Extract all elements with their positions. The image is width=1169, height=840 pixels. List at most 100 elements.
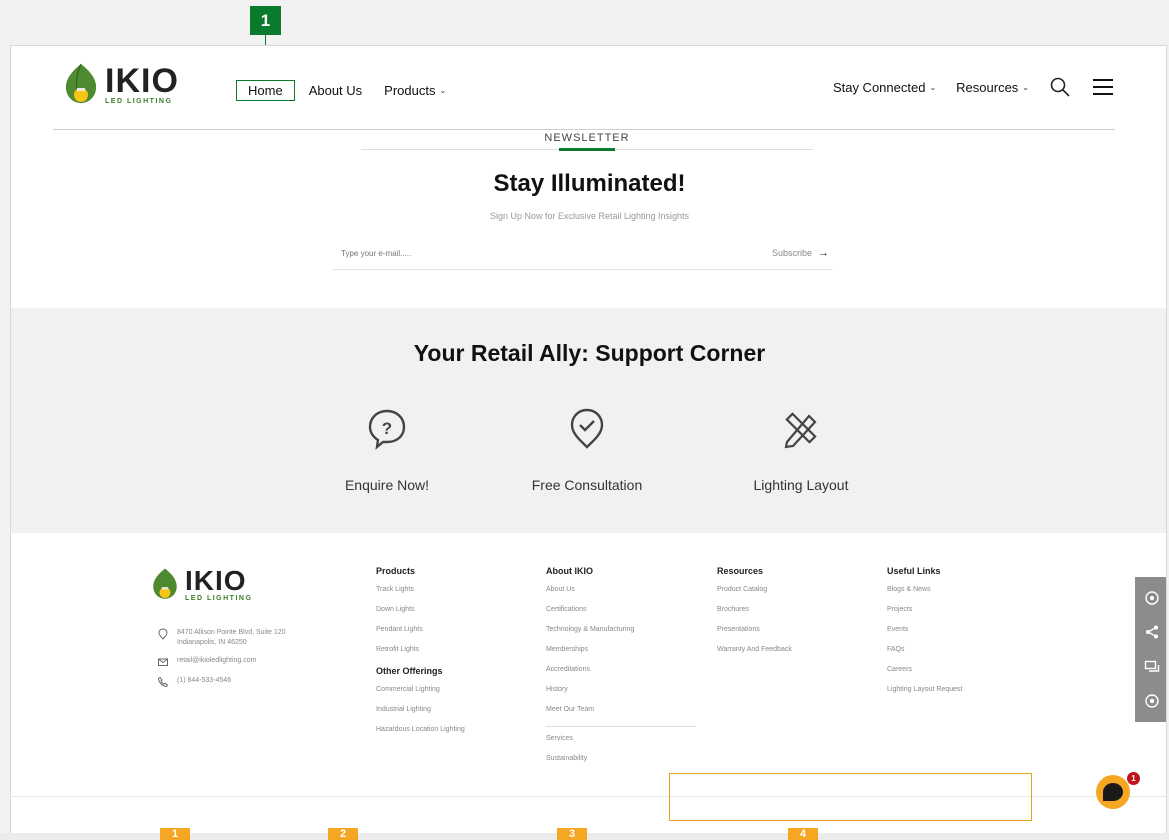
footer-link[interactable]: About Us (546, 580, 696, 600)
footer-col-useful-links: Useful Links Blogs & News Projects Event… (887, 566, 963, 706)
footer-link[interactable]: Brochures (717, 600, 792, 620)
newsletter-form: Subscribe → (333, 242, 833, 270)
nav-about-us-label: About Us (308, 83, 363, 98)
footer-heading-about: About IKIO (546, 566, 593, 576)
chat-notification-badge: 1 (1127, 772, 1140, 785)
annotation-highlight-box (669, 773, 1032, 821)
mail-icon (158, 658, 168, 666)
annotation-marker-bottom-3: 3 (557, 828, 587, 840)
newsletter-kicker: NEWSLETTER (361, 132, 813, 151)
phone-row: (1) 844-533-4546 (157, 676, 286, 688)
newsletter-kicker-label: NEWSLETTER (544, 132, 630, 144)
footer-link[interactable]: Meet Our Team (546, 700, 696, 720)
footer-link[interactable]: Sustainability (546, 749, 696, 769)
footer-link[interactable]: Product Catalog (717, 580, 792, 600)
support-label-consultation: Free Consultation (531, 477, 643, 493)
footer-link[interactable]: Certifications (546, 600, 696, 620)
arrow-right-icon: → (818, 247, 829, 259)
footer-divider (546, 726, 696, 727)
address-row: 8470 Allison Pointe Blvd, Suite 120 Indi… (157, 628, 286, 648)
location-check-icon (570, 408, 604, 449)
chevron-down-icon: ⌄ (1022, 82, 1029, 92)
nav-stay-connected[interactable]: Stay Connected ⌄ (833, 80, 936, 95)
contact-phone[interactable]: (1) 844-533-4546 (177, 676, 231, 686)
footer-heading-other-offerings: Other Offerings (376, 666, 443, 676)
map-pin-icon (158, 628, 168, 640)
chat-bubbles-icon[interactable] (1144, 659, 1160, 675)
eye-icon[interactable] (1144, 590, 1160, 606)
chat-launcher-button[interactable] (1096, 775, 1130, 809)
footer-link[interactable]: Memberships (546, 640, 696, 660)
logo-tagline: LED LIGHTING (105, 97, 173, 105)
search-icon[interactable] (1049, 76, 1071, 98)
footer-link[interactable]: Commercial Lighting (376, 680, 465, 700)
annotation-marker-bottom-2: 2 (328, 828, 358, 840)
target-icon[interactable] (1144, 693, 1160, 709)
question-icon: ? (368, 409, 406, 450)
footer-link[interactable]: Services (546, 729, 696, 749)
footer-link[interactable]: Track Lights (376, 580, 465, 600)
footer-link[interactable]: Blogs & News (887, 580, 963, 600)
footer-link[interactable]: Industrial Lighting (376, 700, 465, 720)
footer-link[interactable]: Hazardous Location Lighting (376, 720, 465, 740)
nav-resources[interactable]: Resources ⌄ (956, 80, 1029, 95)
floating-side-toolbar (1135, 577, 1166, 722)
footer-heading-useful-links: Useful Links (887, 566, 941, 576)
phone-icon (157, 676, 169, 688)
svg-text:?: ? (382, 419, 392, 438)
subscribe-button[interactable]: Subscribe → (772, 247, 829, 259)
nav-home-label: Home (248, 83, 283, 98)
leaf-bulb-icon (153, 568, 177, 599)
primary-nav: Home About Us Products ⌄ (236, 80, 468, 101)
support-label-layout: Lighting Layout (753, 477, 849, 493)
footer-link[interactable]: Down Lights (376, 600, 465, 620)
web-page: IKIO LED LIGHTING Home About Us Products… (10, 45, 1167, 840)
subscribe-label: Subscribe (771, 248, 812, 258)
footer-heading-resources: Resources (717, 566, 764, 576)
nav-about-us[interactable]: About Us (309, 83, 362, 98)
footer-logo-wordmark: IKIO (185, 564, 247, 596)
email-row: retail@ikioledlighting.com (157, 656, 286, 668)
footer-link[interactable]: Careers (887, 660, 963, 680)
nav-products[interactable]: Products ⌄ (384, 83, 446, 98)
chat-icon (1103, 783, 1123, 801)
support-corner-section: Your Retail Ally: Support Corner ? Enqui… (11, 308, 1166, 533)
share-icon[interactable] (1144, 624, 1160, 640)
nav-home[interactable]: Home (236, 80, 295, 101)
newsletter-subtitle: Sign Up Now for Exclusive Retail Lightin… (489, 211, 690, 221)
footer-link[interactable]: Technology & Manufacturing (546, 620, 696, 640)
support-item-consultation[interactable]: Free Consultation (507, 406, 667, 493)
support-item-layout[interactable]: Lighting Layout (721, 406, 881, 493)
annotation-marker-1: 1 (250, 6, 281, 35)
footer-link[interactable]: Accreditations (546, 660, 696, 680)
footer-contact: 8470 Allison Pointe Blvd, Suite 120 Indi… (157, 628, 286, 696)
newsletter-title: Stay Illuminated! (493, 170, 686, 197)
footer-logo-tagline: LED LIGHTING (185, 594, 253, 602)
footer-link[interactable]: Retrofit Lights (376, 640, 465, 660)
contact-email[interactable]: retail@ikioledlighting.com (177, 656, 256, 666)
footer-link[interactable]: Lighting Layout Request (887, 680, 963, 700)
site-logo[interactable]: IKIO LED LIGHTING (63, 62, 179, 106)
footer-col-about: About IKIO About Us Certifications Techn… (546, 566, 696, 775)
kicker-accent-bar (559, 148, 615, 151)
logo-wordmark: IKIO (105, 61, 179, 100)
footer-col-resources: Resources Product Catalog Brochures Pres… (717, 566, 792, 666)
chevron-down-icon: ⌄ (929, 82, 937, 92)
footer-link[interactable]: FAQs (887, 640, 963, 660)
address-line-2: Indianapolis, IN 46250 (177, 639, 247, 646)
support-item-enquire[interactable]: ? Enquire Now! (307, 406, 467, 493)
footer-link[interactable]: Warranty And Feedback (717, 640, 792, 660)
email-input[interactable] (341, 249, 721, 258)
hamburger-menu-icon[interactable] (1093, 79, 1113, 95)
footer-link[interactable]: History (546, 680, 696, 700)
footer-link[interactable]: Projects (887, 600, 963, 620)
annotation-marker-bottom-4: 4 (788, 828, 818, 840)
footer-link[interactable]: Presentations (717, 620, 792, 640)
footer-link[interactable]: Events (887, 620, 963, 640)
footer-logo[interactable]: IKIO LED LIGHTING (151, 566, 252, 602)
leaf-bulb-icon (65, 63, 97, 104)
chevron-down-icon: ⌄ (439, 86, 447, 95)
site-header: IKIO LED LIGHTING Home About Us Products… (53, 46, 1115, 130)
footer-link[interactable]: Pendant Lights (376, 620, 465, 640)
support-title: Your Retail Ally: Support Corner (413, 340, 766, 366)
